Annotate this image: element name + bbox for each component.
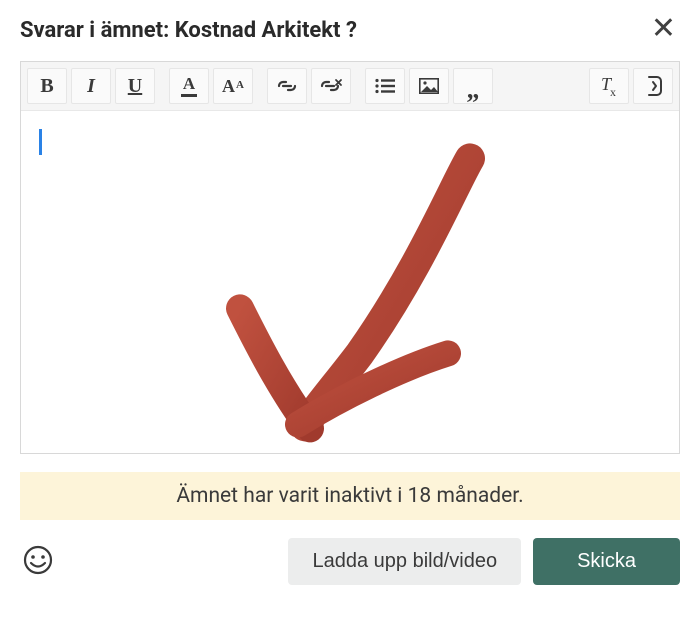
link-icon	[276, 79, 298, 93]
bold-button[interactable]: B	[27, 68, 67, 104]
text-cursor	[39, 129, 42, 155]
close-button[interactable]: ✕	[647, 18, 680, 40]
clear-format-button[interactable]: Tx	[589, 68, 629, 104]
drawn-arrow	[170, 128, 530, 448]
quote-icon: „	[467, 85, 480, 95]
bold-icon: B	[40, 75, 53, 98]
footer: Ladda upp bild/video Skicka	[20, 538, 680, 585]
font-size-icon: AA	[222, 76, 244, 97]
fullscreen-button[interactable]	[633, 68, 673, 104]
inactivity-notice: Ämnet har varit inaktivt i 18 månader.	[20, 472, 680, 520]
smiley-icon	[22, 544, 54, 576]
image-button[interactable]	[409, 68, 449, 104]
list-button[interactable]	[365, 68, 405, 104]
unlink-icon	[319, 78, 343, 94]
send-button[interactable]: Skicka	[533, 538, 680, 585]
list-icon	[375, 78, 395, 94]
italic-button[interactable]: I	[71, 68, 111, 104]
image-icon	[419, 78, 439, 94]
close-icon: ✕	[651, 12, 676, 45]
font-size-button[interactable]: AA	[213, 68, 253, 104]
editor: B I U A AA	[20, 61, 680, 454]
quote-button[interactable]: „	[453, 68, 493, 104]
inactivity-notice-text: Ämnet har varit inaktivt i 18 månader.	[176, 484, 523, 508]
expand-icon	[644, 76, 662, 96]
italic-icon: I	[87, 75, 95, 98]
clear-format-icon: Tx	[601, 74, 617, 99]
header: Svarar i ämnet: Kostnad Arkitekt ? ✕	[20, 18, 680, 43]
underline-icon: U	[128, 75, 142, 98]
link-button[interactable]	[267, 68, 307, 104]
upload-button[interactable]: Ladda upp bild/video	[288, 538, 521, 585]
editor-toolbar: B I U A AA	[21, 62, 679, 111]
editor-textarea[interactable]	[21, 111, 679, 453]
underline-button[interactable]: U	[115, 68, 155, 104]
text-color-icon: A	[181, 75, 197, 97]
text-color-button[interactable]: A	[169, 68, 209, 104]
page-title: Svarar i ämnet: Kostnad Arkitekt ?	[20, 18, 357, 43]
emoji-button[interactable]	[20, 544, 56, 580]
unlink-button[interactable]	[311, 68, 351, 104]
